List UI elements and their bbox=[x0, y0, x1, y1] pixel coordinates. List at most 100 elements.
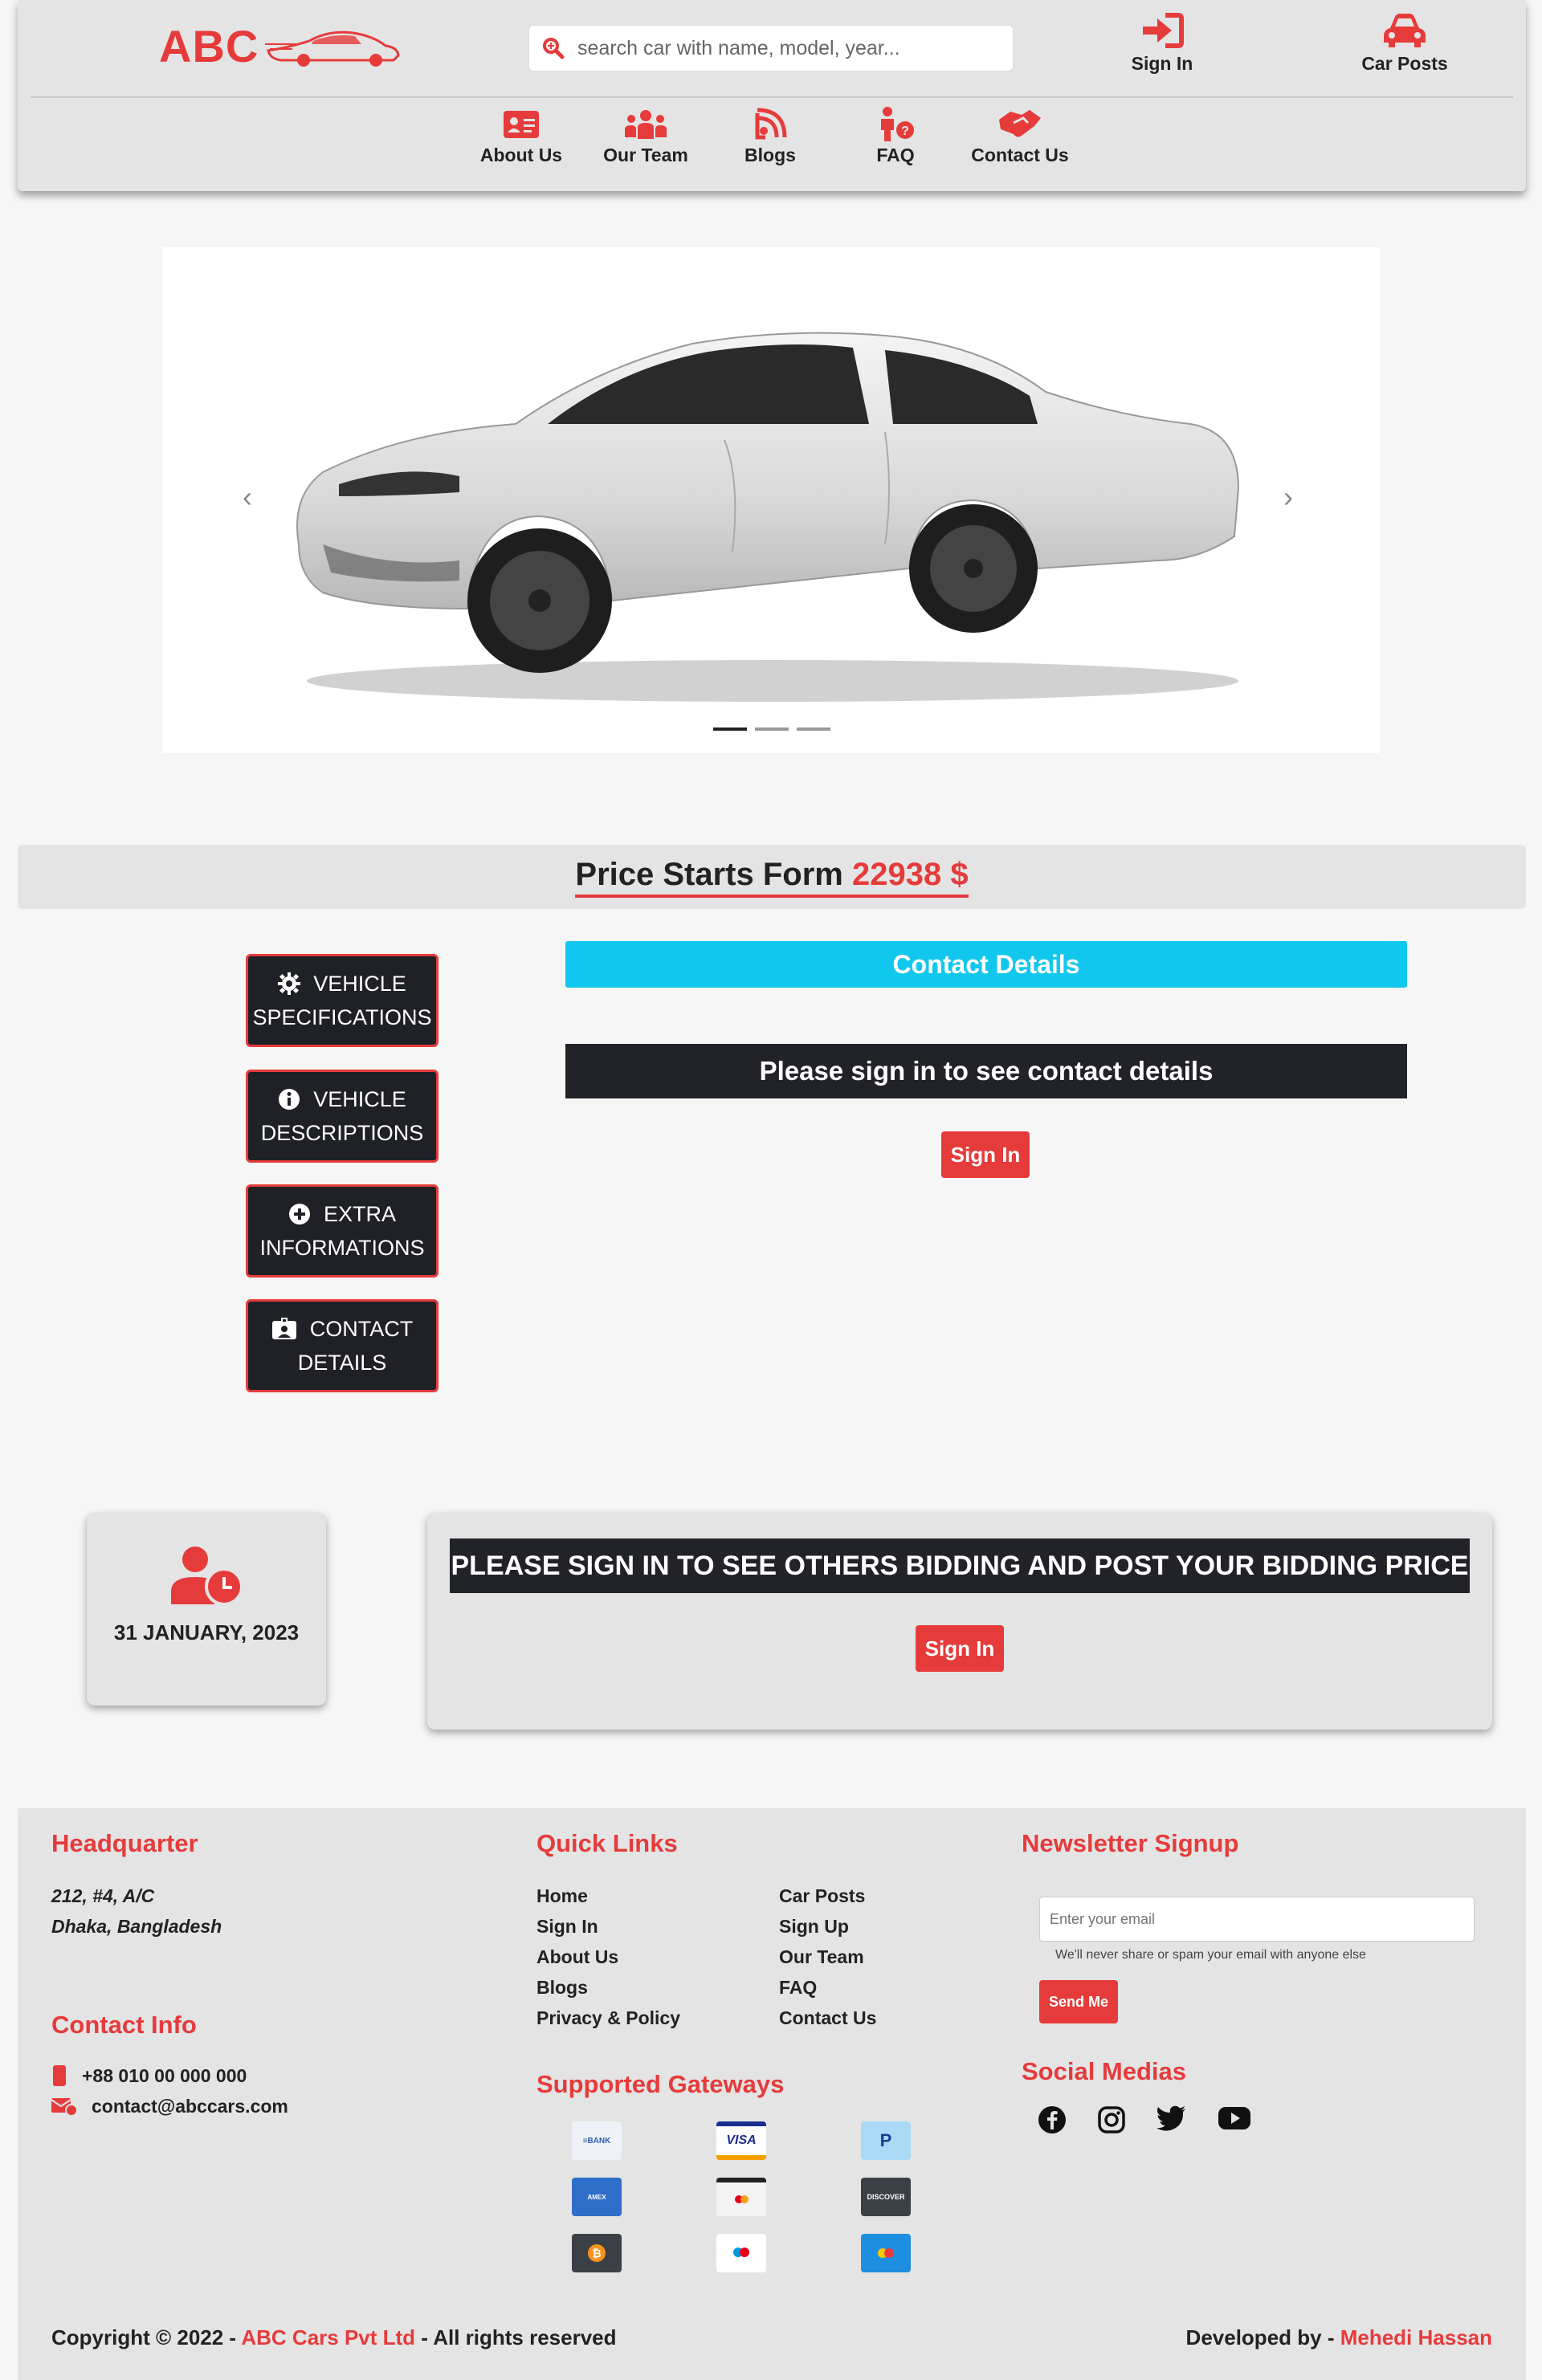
button-label: INFORMATIONS bbox=[259, 1236, 425, 1260]
carousel-prev-arrow[interactable]: ‹ bbox=[243, 480, 252, 514]
price-heading: Price Starts Form 22938 $ bbox=[575, 856, 969, 898]
nav-our-team[interactable]: Our Team bbox=[594, 104, 698, 166]
twitter-icon[interactable] bbox=[1156, 2105, 1187, 2131]
nav-faq[interactable]: ? FAQ bbox=[843, 104, 948, 166]
newsletter-send-button[interactable]: Send Me bbox=[1039, 1980, 1118, 2023]
contact-details-heading: Contact Details bbox=[565, 941, 1407, 988]
people-icon bbox=[594, 104, 698, 145]
paypal-icon: P bbox=[861, 2121, 911, 2160]
header-divider bbox=[31, 96, 1513, 98]
headquarter-title: Headquarter bbox=[51, 1829, 198, 1857]
email-address: contact@abccars.com bbox=[92, 2096, 288, 2117]
copyright: Copyright © 2022 - ABC Cars Pvt Ltd - Al… bbox=[51, 2325, 617, 2350]
footer-link-sign-in[interactable]: Sign In bbox=[536, 1911, 680, 1942]
footer-link-car-posts[interactable]: Car Posts bbox=[779, 1881, 876, 1911]
youtube-icon[interactable] bbox=[1218, 2105, 1251, 2131]
car-posts-link[interactable]: Car Posts bbox=[1336, 8, 1473, 75]
contact-sign-in-button[interactable]: Sign In bbox=[941, 1131, 1030, 1178]
logo[interactable]: ABC bbox=[159, 18, 402, 74]
social-icons bbox=[1038, 2105, 1251, 2134]
id-card-icon bbox=[469, 104, 573, 145]
phone-row: +88 010 00 000 000 bbox=[51, 2060, 288, 2091]
post-date-card: 31 JANUARY, 2023 bbox=[87, 1513, 326, 1706]
plus-circle-icon bbox=[288, 1204, 310, 1225]
vehicle-descriptions-button[interactable]: VEHICLE DESCRIPTIONS bbox=[246, 1070, 439, 1163]
instagram-icon[interactable] bbox=[1097, 2105, 1126, 2134]
copyright-suffix: - All rights reserved bbox=[415, 2325, 617, 2349]
footer-link-blogs[interactable]: Blogs bbox=[536, 1972, 680, 2003]
contact-details-button[interactable]: CONTACT DETAILS bbox=[246, 1299, 439, 1392]
rss-icon bbox=[718, 104, 822, 145]
nav-label: FAQ bbox=[876, 145, 915, 165]
mastercard-icon bbox=[716, 2178, 766, 2216]
nav-about-us[interactable]: About Us bbox=[469, 104, 573, 166]
footer-link-home[interactable]: Home bbox=[536, 1881, 680, 1911]
price-label: Price Starts Form bbox=[575, 856, 843, 892]
maestro-icon bbox=[716, 2234, 766, 2272]
facebook-icon[interactable] bbox=[1038, 2105, 1067, 2134]
search-box[interactable] bbox=[528, 25, 1014, 71]
gateway-logos: ≡BANK VISA P AMEX DISCOVER ₿ bbox=[572, 2121, 1006, 2272]
button-label: SPECIFICATIONS bbox=[252, 1005, 432, 1029]
contact-card-icon bbox=[271, 1318, 296, 1339]
extra-informations-button[interactable]: EXTRA INFORMATIONS bbox=[246, 1184, 439, 1278]
visa-icon: VISA bbox=[716, 2121, 766, 2160]
user-clock-icon bbox=[87, 1545, 326, 1606]
address-line: 212, #4, A/C bbox=[51, 1885, 155, 1906]
nav-label: Contact Us bbox=[971, 145, 1069, 165]
quick-links-col2: Car Posts Sign Up Our Team FAQ Contact U… bbox=[779, 1881, 876, 2033]
developer-name[interactable]: Mehedi Hassan bbox=[1340, 2325, 1492, 2349]
car-posts-label: Car Posts bbox=[1361, 53, 1448, 74]
phone-icon bbox=[53, 2065, 66, 2086]
vehicle-specifications-button[interactable]: VEHICLE SPECIFICATIONS bbox=[246, 954, 439, 1047]
contact-info-title: Contact Info bbox=[51, 2011, 197, 2039]
nav-contact-us[interactable]: Contact Us bbox=[968, 104, 1072, 166]
headquarter-address: 212, #4, A/C Dhaka, Bangladesh bbox=[51, 1881, 222, 1942]
carousel-next-arrow[interactable]: › bbox=[1283, 480, 1293, 514]
email-icon bbox=[51, 2098, 77, 2116]
footer-link-faq[interactable]: FAQ bbox=[779, 1972, 876, 2003]
button-label: DESCRIPTIONS bbox=[260, 1121, 424, 1145]
newsletter-email-input[interactable] bbox=[1039, 1897, 1475, 1942]
carousel-indicator[interactable] bbox=[713, 727, 747, 731]
card-icon bbox=[861, 2234, 911, 2272]
copyright-company[interactable]: ABC Cars Pvt Ltd bbox=[241, 2325, 415, 2349]
carousel-indicator[interactable] bbox=[797, 727, 830, 731]
bitcoin-icon: ₿ bbox=[572, 2234, 622, 2272]
address-line: Dhaka, Bangladesh bbox=[51, 1916, 222, 1937]
footer-link-privacy[interactable]: Privacy & Policy bbox=[536, 2003, 680, 2033]
bidding-card: PLEASE SIGN IN TO SEE OTHERS BIDDING AND… bbox=[427, 1513, 1492, 1730]
nav-label: Blogs bbox=[744, 145, 796, 165]
nav-label: About Us bbox=[479, 145, 563, 165]
button-label: DETAILS bbox=[297, 1351, 387, 1375]
bidding-sign-in-button[interactable]: Sign In bbox=[916, 1625, 1004, 1672]
nav-blogs[interactable]: Blogs bbox=[718, 104, 822, 166]
button-label: EXTRA bbox=[323, 1202, 397, 1226]
nav-label: Our Team bbox=[603, 145, 688, 165]
social-medias-title: Social Medias bbox=[1022, 2057, 1187, 2085]
sign-in-label: Sign In bbox=[1131, 53, 1193, 74]
newsletter-help-text: We'll never share or spam your email wit… bbox=[1055, 1948, 1366, 1962]
footer-link-sign-up[interactable]: Sign Up bbox=[779, 1911, 876, 1942]
price-bar: Price Starts Form 22938 $ bbox=[18, 845, 1526, 909]
car-icon bbox=[1336, 8, 1473, 53]
price-value: 22938 $ bbox=[852, 856, 969, 892]
developed-prefix: Developed by - bbox=[1185, 2325, 1340, 2349]
american-express-icon: AMEX bbox=[572, 2178, 622, 2216]
footer-link-contact-us[interactable]: Contact Us bbox=[779, 2003, 876, 2033]
bidding-signin-message: PLEASE SIGN IN TO SEE OTHERS BIDDING AND… bbox=[450, 1538, 1470, 1593]
sign-in-link[interactable]: Sign In bbox=[1094, 8, 1230, 75]
carousel-indicator[interactable] bbox=[755, 727, 789, 731]
image-carousel: ‹ › bbox=[162, 247, 1380, 753]
contact-signin-message: Please sign in to see contact details bbox=[565, 1044, 1407, 1098]
contact-info: +88 010 00 000 000 contact@abccars.com bbox=[51, 2060, 288, 2121]
bank-transfer-icon: ≡BANK bbox=[572, 2121, 622, 2160]
search-icon bbox=[529, 37, 577, 59]
car-image bbox=[275, 304, 1271, 709]
search-input[interactable] bbox=[577, 36, 995, 60]
copyright-prefix: Copyright © 2022 - bbox=[51, 2325, 242, 2349]
handshake-icon bbox=[968, 104, 1072, 145]
footer-link-our-team[interactable]: Our Team bbox=[779, 1942, 876, 1972]
footer-link-about-us[interactable]: About Us bbox=[536, 1942, 680, 1972]
site-header: ABC Sign In Car Posts About Us bbox=[18, 0, 1526, 191]
